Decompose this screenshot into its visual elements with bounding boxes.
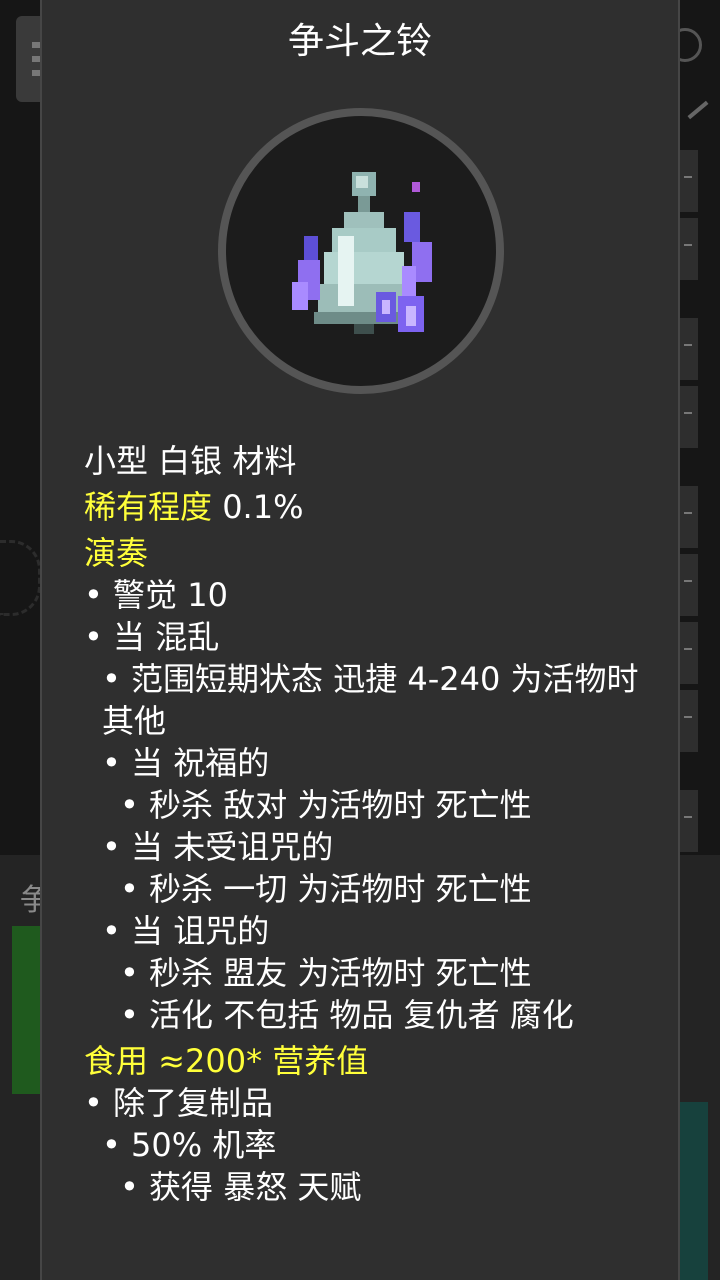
effect-line: • 秒杀 一切 为活物时 死亡性 [120, 870, 532, 908]
effect-line: 其他 [102, 702, 167, 740]
effect-line: • 当 未受诅咒的 [102, 828, 334, 866]
item-title: 争斗之铃 [287, 21, 432, 62]
rarity-value: 0.1% [222, 488, 304, 526]
perform-section-header: 演奏 [84, 534, 149, 572]
effect-line: • 范围短期状态 迅捷 4-240 为活物时 [102, 660, 639, 698]
effect-line: • 秒杀 盟友 为活物时 死亡性 [120, 954, 532, 992]
background-glyph [0, 540, 41, 616]
bell-icon [292, 172, 432, 334]
effect-line: • 秒杀 敌对 为活物时 死亡性 [120, 786, 532, 824]
item-description: 小型 白银 材料 稀有程度 0.1% 演奏 • 警觉 10 • 当 混乱 • 范… [84, 440, 664, 1208]
effect-line: • 获得 暴怒 天赋 [120, 1168, 362, 1206]
effect-line: • 50% 机率 [102, 1126, 277, 1164]
eat-section-header: 食用 ≈200* 营养值 [84, 1042, 369, 1080]
item-info-dialog: 争斗之铃 小型 白银 材料 稀有程度 0.1% 演奏 • 警觉 10 • 当 混… [40, 0, 680, 1280]
item-descriptor: 小型 白银 材料 [84, 442, 297, 480]
background-green-bar [12, 926, 42, 1094]
background-teal-bar [680, 1102, 708, 1280]
effect-line: • 当 混乱 [84, 618, 220, 656]
effect-line: • 警觉 10 [84, 576, 228, 614]
rarity-label: 稀有程度 [84, 488, 213, 526]
effect-line: • 当 诅咒的 [102, 912, 270, 950]
item-image-frame [218, 108, 504, 394]
effect-line: • 除了复制品 [84, 1084, 274, 1122]
rarity-row: 稀有程度 0.1% [84, 486, 664, 528]
effect-line: • 当 祝福的 [102, 744, 270, 782]
effect-line: • 活化 不包括 物品 复仇者 腐化 [120, 996, 574, 1034]
